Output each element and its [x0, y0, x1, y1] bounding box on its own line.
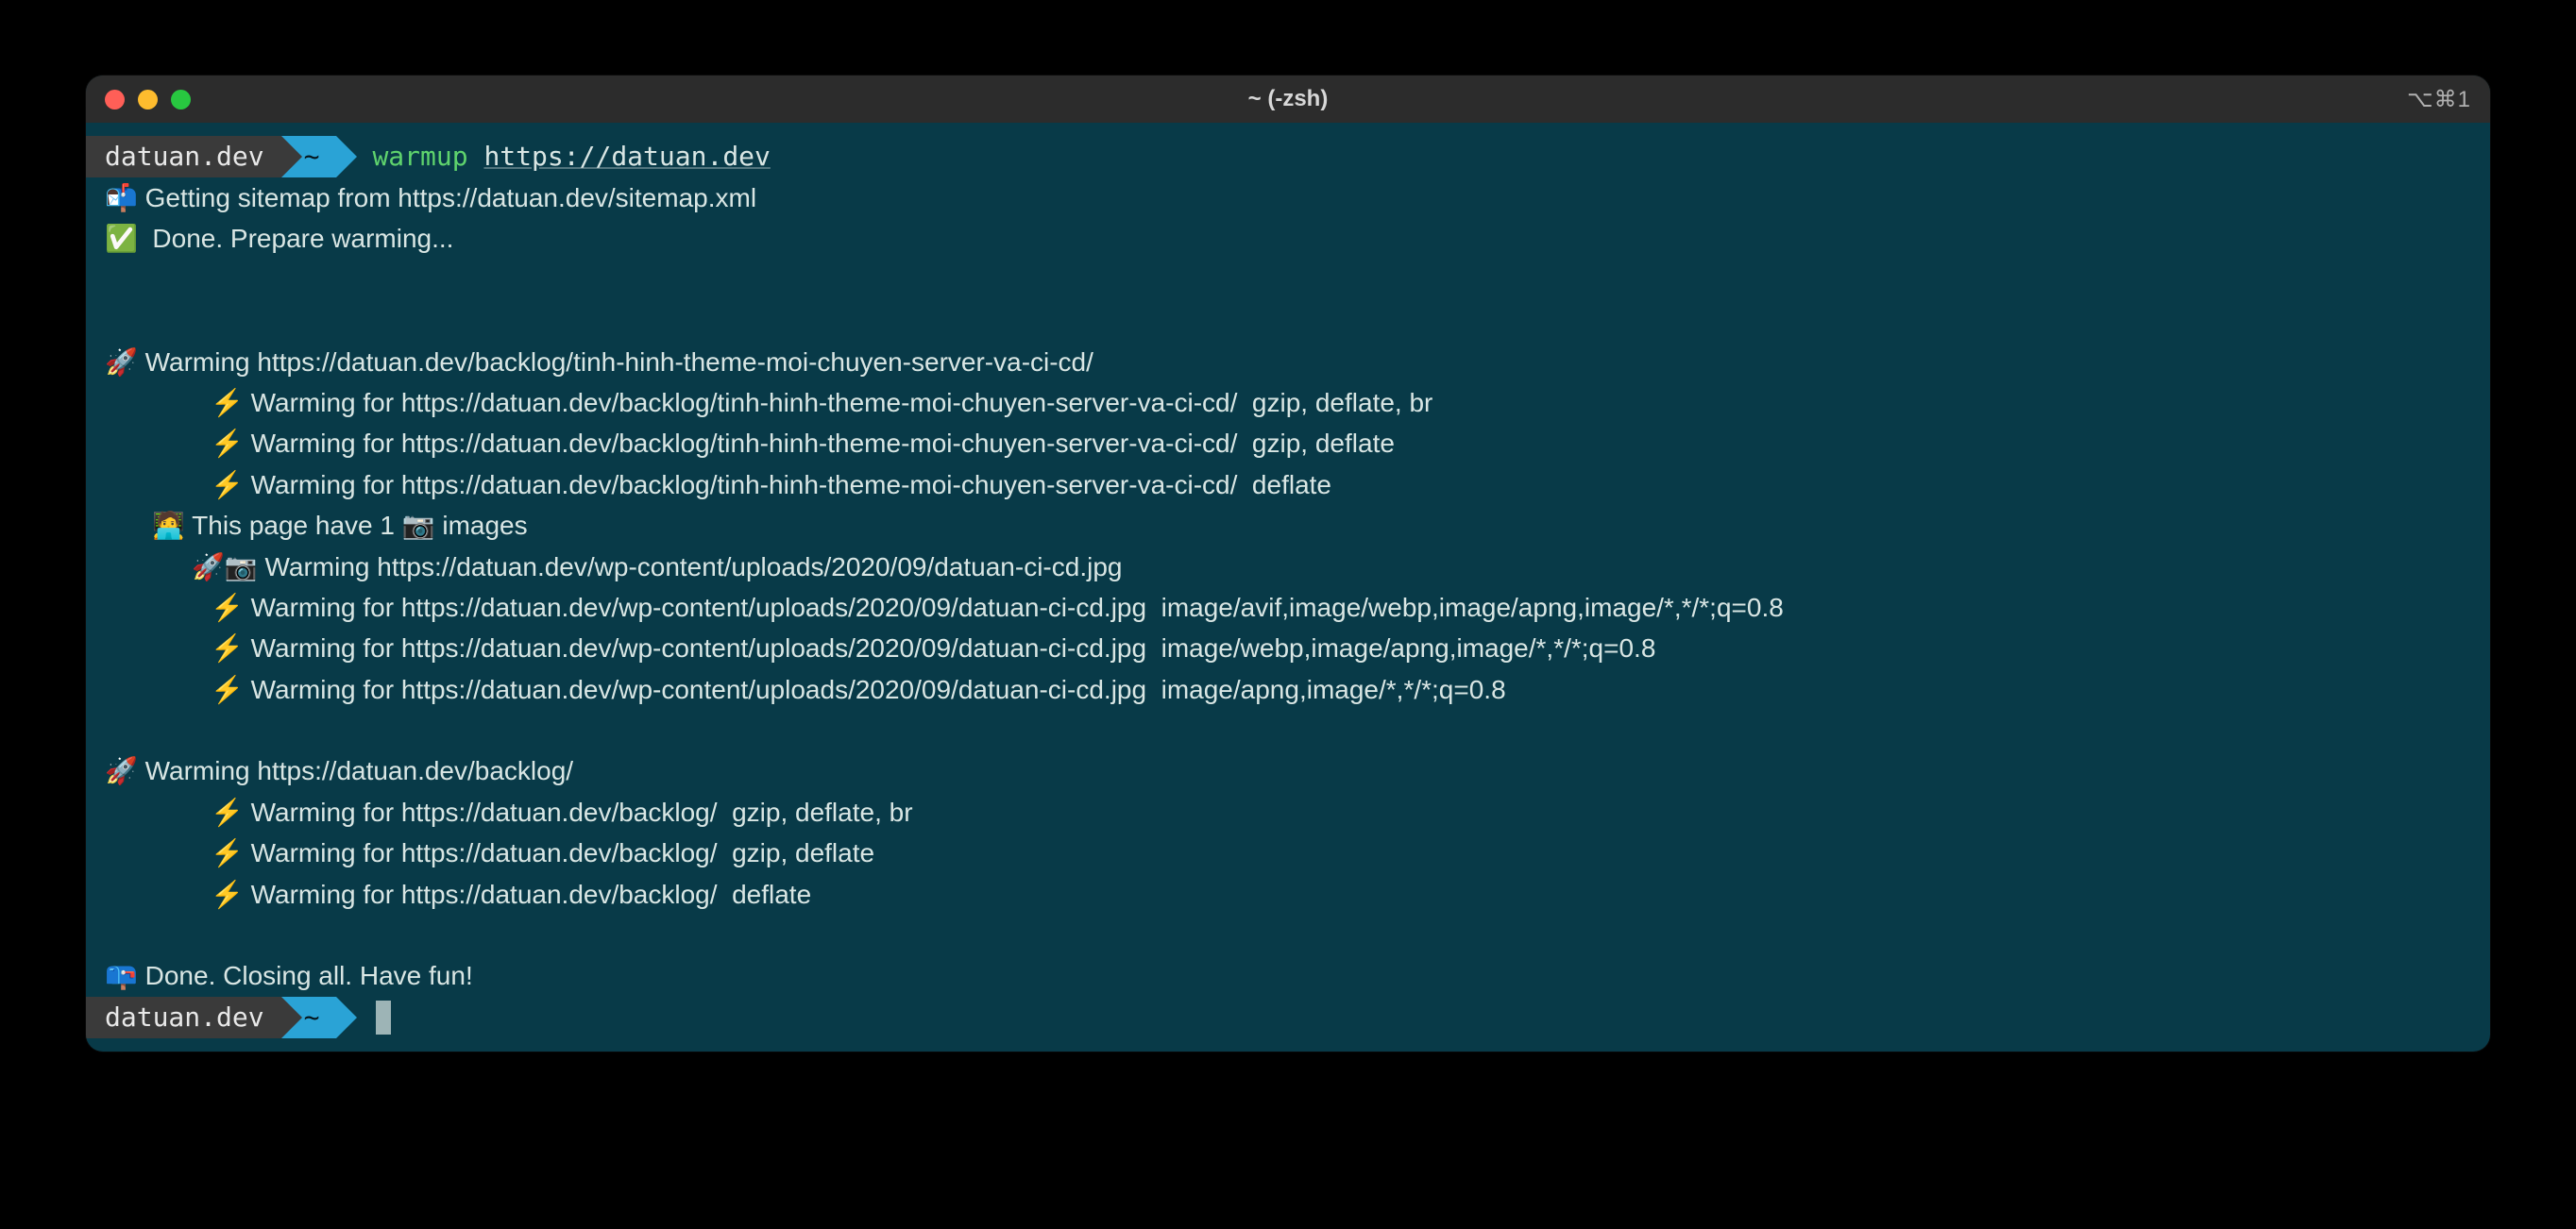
prompt-host-segment: datuan.dev [86, 136, 281, 177]
terminal-window: ~ (-zsh) ⌥⌘1 datuan.dev ~ warmup https:/… [86, 76, 2490, 1052]
output-line: ⚡ Warming for https://datuan.dev/backlog… [86, 423, 2490, 463]
maximize-button[interactable] [171, 90, 191, 109]
titlebar[interactable]: ~ (-zsh) ⌥⌘1 [86, 76, 2490, 123]
output-line: ⚡ Warming for https://datuan.dev/wp-cont… [86, 669, 2490, 710]
output-line: ⚡ Warming for https://datuan.dev/wp-cont… [86, 587, 2490, 628]
output-line: ✅ Done. Prepare warming... [86, 218, 2490, 259]
traffic-lights [105, 90, 191, 109]
output-line: ⚡ Warming for https://datuan.dev/wp-cont… [86, 628, 2490, 668]
output-line: 🧑‍💻 This page have 1 📷 images [86, 505, 2490, 546]
output-line: ⚡ Warming for https://datuan.dev/backlog… [86, 792, 2490, 833]
command-name: warmup [372, 136, 467, 177]
output-line: 🚀 Warming https://datuan.dev/backlog/ [86, 750, 2490, 791]
prompt-line: datuan.dev ~ [86, 997, 2490, 1038]
terminal-body[interactable]: datuan.dev ~ warmup https://datuan.dev 📬… [86, 123, 2490, 1052]
output-line: 🚀 Warming https://datuan.dev/backlog/tin… [86, 342, 2490, 382]
output-line: ⚡ Warming for https://datuan.dev/backlog… [86, 874, 2490, 915]
window-title: ~ (-zsh) [86, 86, 2490, 112]
close-button[interactable] [105, 90, 125, 109]
output-line: 📬 Getting sitemap from https://datuan.de… [86, 177, 2490, 218]
output-line: ⚡ Warming for https://datuan.dev/backlog… [86, 382, 2490, 423]
prompt-host-segment: datuan.dev [86, 997, 281, 1038]
output-line: ⚡ Warming for https://datuan.dev/backlog… [86, 833, 2490, 873]
window-shortcut-badge: ⌥⌘1 [2407, 86, 2471, 113]
output-line: 📪 Done. Closing all. Have fun! [86, 955, 2490, 996]
cursor [376, 1001, 391, 1035]
blank-line [86, 300, 2490, 341]
command-arg: https://datuan.dev [483, 136, 770, 177]
output-line: ⚡ Warming for https://datuan.dev/backlog… [86, 464, 2490, 505]
output-line: 🚀📷 Warming https://datuan.dev/wp-content… [86, 547, 2490, 587]
blank-line [86, 710, 2490, 750]
prompt-command: warmup https://datuan.dev [336, 136, 770, 177]
blank-line [86, 260, 2490, 300]
minimize-button[interactable] [138, 90, 158, 109]
prompt-line: datuan.dev ~ warmup https://datuan.dev [86, 136, 2490, 177]
blank-line [86, 915, 2490, 955]
